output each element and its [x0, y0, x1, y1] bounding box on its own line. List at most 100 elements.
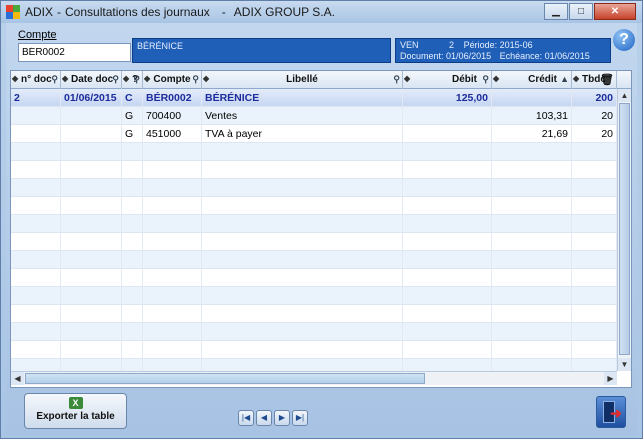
table-cell[interactable]: C — [122, 89, 143, 106]
table-cell[interactable] — [61, 341, 122, 358]
table-cell[interactable] — [202, 215, 403, 232]
table-cell[interactable] — [492, 161, 572, 178]
sort-up-icon[interactable]: ▲ — [560, 74, 569, 84]
table-cell[interactable] — [143, 215, 202, 232]
table-cell[interactable] — [572, 251, 617, 268]
scroll-right-icon[interactable]: ▶ — [604, 372, 617, 385]
table-cell[interactable] — [122, 323, 143, 340]
table-cell[interactable] — [122, 341, 143, 358]
table-cell[interactable] — [572, 161, 617, 178]
horizontal-scrollbar[interactable]: ◀ ▶ — [11, 371, 617, 385]
table-cell[interactable] — [122, 287, 143, 304]
trash-icon[interactable]: 🗑 — [600, 73, 614, 86]
table-cell[interactable] — [11, 251, 61, 268]
table-cell[interactable] — [61, 107, 122, 124]
table-cell[interactable] — [61, 305, 122, 322]
table-cell[interactable] — [61, 161, 122, 178]
table-cell[interactable] — [403, 179, 492, 196]
maximize-button[interactable]: □ — [569, 3, 593, 20]
table-cell[interactable]: 200 — [572, 89, 617, 106]
table-cell[interactable] — [572, 179, 617, 196]
table-cell[interactable] — [202, 161, 403, 178]
table-cell[interactable] — [61, 287, 122, 304]
table-cell[interactable] — [143, 323, 202, 340]
table-cell[interactable]: 700400 — [143, 107, 202, 124]
title-bar[interactable]: ADIX - Consultations des journaux - ADIX… — [1, 1, 642, 23]
table-cell[interactable] — [61, 179, 122, 196]
column-header[interactable]: ◆ Crédit ▲ — [492, 71, 572, 89]
table-cell[interactable] — [11, 197, 61, 214]
table-cell[interactable] — [143, 287, 202, 304]
table-cell[interactable]: TVA à payer — [202, 125, 403, 142]
table-cell[interactable] — [492, 215, 572, 232]
table-cell[interactable] — [143, 233, 202, 250]
table-cell[interactable] — [403, 143, 492, 160]
table-cell[interactable]: 01/06/2015 — [61, 89, 122, 106]
table-row[interactable] — [11, 305, 617, 323]
table-cell[interactable] — [61, 269, 122, 286]
table-row[interactable] — [11, 197, 617, 215]
table-row[interactable] — [11, 161, 617, 179]
magnifier-icon[interactable]: ⚲ — [133, 74, 140, 85]
table-cell[interactable]: 21,69 — [492, 125, 572, 142]
table-cell[interactable] — [11, 125, 61, 142]
table-cell[interactable] — [403, 287, 492, 304]
table-cell[interactable] — [403, 233, 492, 250]
table-cell[interactable] — [572, 287, 617, 304]
table-cell[interactable] — [122, 161, 143, 178]
table-row[interactable]: G 700400 Ventes 103,31 20 — [11, 107, 617, 125]
table-cell[interactable] — [492, 179, 572, 196]
table-cell[interactable] — [202, 143, 403, 160]
table-cell[interactable] — [61, 197, 122, 214]
table-cell[interactable] — [403, 161, 492, 178]
table-cell[interactable] — [11, 269, 61, 286]
table-cell[interactable] — [572, 341, 617, 358]
table-cell[interactable] — [61, 125, 122, 142]
table-cell[interactable] — [492, 341, 572, 358]
table-cell[interactable]: 125,00 — [403, 89, 492, 106]
table-cell[interactable] — [492, 233, 572, 250]
table-cell[interactable] — [403, 269, 492, 286]
table-cell[interactable] — [572, 197, 617, 214]
table-cell[interactable] — [202, 341, 403, 358]
table-cell[interactable]: BÉRÉNICE — [202, 89, 403, 106]
magnifier-icon[interactable]: ⚲ — [112, 74, 119, 85]
vertical-scroll-thumb[interactable] — [619, 103, 630, 355]
table-cell[interactable] — [572, 215, 617, 232]
magnifier-icon[interactable]: ⚲ — [192, 74, 199, 85]
export-table-button[interactable]: X Exporter la table — [24, 393, 127, 429]
column-header[interactable]: ◆ Tbdc 🗑 — [572, 71, 617, 89]
table-cell[interactable] — [403, 197, 492, 214]
vertical-scrollbar[interactable]: ▲ ▼ — [617, 89, 631, 371]
table-cell[interactable] — [202, 179, 403, 196]
table-cell[interactable] — [143, 251, 202, 268]
table-cell[interactable] — [202, 269, 403, 286]
table-cell[interactable] — [403, 215, 492, 232]
table-row[interactable] — [11, 179, 617, 197]
table-cell[interactable] — [143, 341, 202, 358]
first-record-button[interactable]: |◀ — [238, 410, 254, 426]
table-cell[interactable] — [143, 179, 202, 196]
table-row[interactable]: 2 01/06/2015 C BÉR0002 BÉRÉNICE 125,00 200 — [11, 89, 617, 107]
table-cell[interactable] — [492, 197, 572, 214]
table-cell[interactable] — [61, 233, 122, 250]
table-cell[interactable] — [492, 89, 572, 106]
table-cell[interactable]: 451000 — [143, 125, 202, 142]
close-button[interactable]: ✕ — [594, 3, 636, 20]
table-cell[interactable] — [61, 323, 122, 340]
table-cell[interactable] — [11, 179, 61, 196]
table-cell[interactable] — [143, 161, 202, 178]
column-header[interactable]: ◆ Libellé ⚲ — [202, 71, 403, 89]
column-header[interactable]: ◆ Compte ⚲ — [143, 71, 202, 89]
magnifier-icon[interactable]: ⚲ — [393, 74, 400, 85]
table-cell[interactable] — [492, 287, 572, 304]
table-cell[interactable] — [11, 323, 61, 340]
magnifier-icon[interactable]: ⚲ — [51, 74, 58, 85]
table-cell[interactable] — [143, 269, 202, 286]
table-cell[interactable] — [572, 143, 617, 160]
table-cell[interactable] — [61, 143, 122, 160]
table-cell[interactable] — [61, 215, 122, 232]
table-cell[interactable] — [11, 233, 61, 250]
table-cell[interactable] — [492, 251, 572, 268]
table-cell[interactable] — [11, 215, 61, 232]
